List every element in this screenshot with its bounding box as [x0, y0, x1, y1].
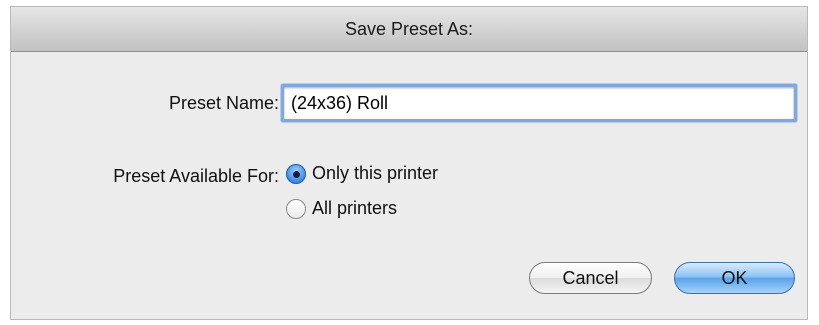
radio-label-all-printers: All printers — [312, 198, 398, 218]
dialog-title: Save Preset As: — [11, 7, 807, 52]
ok-button[interactable]: OK — [674, 262, 795, 294]
preset-name-input[interactable] — [281, 84, 797, 122]
radio-unselected-icon[interactable] — [286, 198, 306, 219]
save-preset-dialog: Save Preset As: Preset Name: Preset Avai… — [10, 6, 808, 320]
cancel-button[interactable]: Cancel — [529, 262, 652, 294]
preset-available-label: Preset Available For: — [113, 166, 279, 186]
radio-dot-icon — [293, 170, 300, 178]
radio-selected-icon[interactable] — [286, 163, 306, 184]
radio-label-only-this-printer: Only this printer — [312, 163, 439, 183]
radio-option-all-printers[interactable]: All printers — [286, 198, 397, 219]
radio-option-only-this-printer[interactable]: Only this printer — [286, 163, 438, 184]
preset-name-label: Preset Name: — [168, 93, 279, 113]
